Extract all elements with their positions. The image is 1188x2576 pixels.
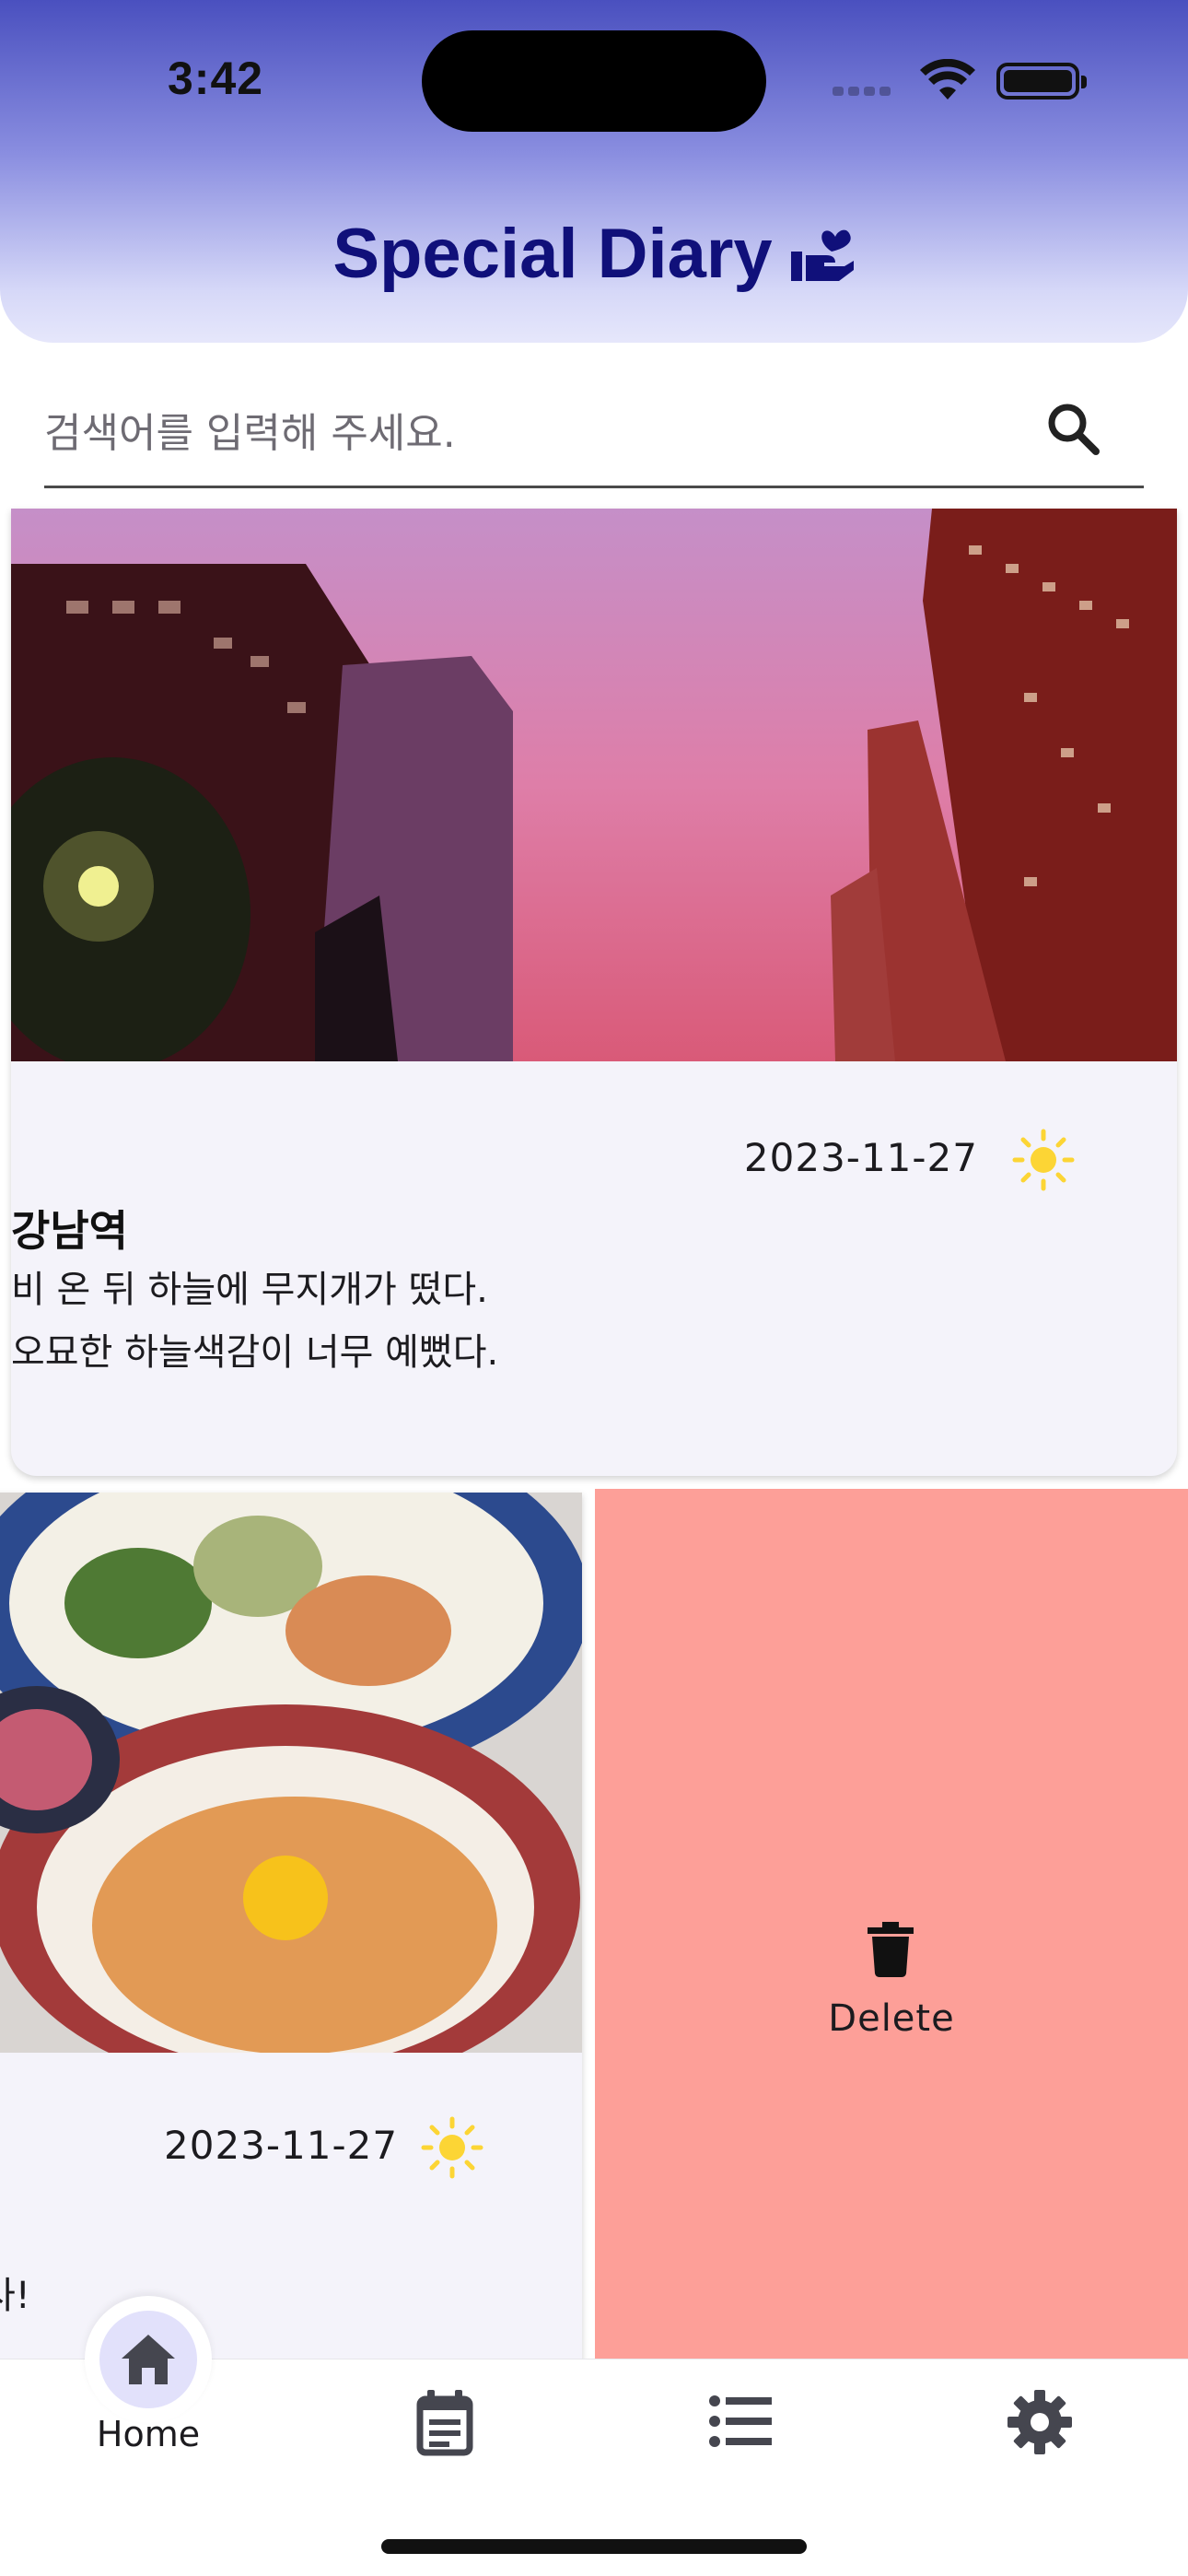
calendar-note-icon (416, 2390, 473, 2456)
app-title: Special Diary (0, 214, 1188, 294)
entry-body-fragment: 사! (0, 2275, 30, 2317)
entry-title: 강남역 (11, 1206, 128, 1256)
sun-icon (421, 2116, 483, 2179)
food-plates-photo (0, 1493, 582, 2053)
search-icon[interactable] (1042, 398, 1107, 463)
delete-label: Delete (828, 1997, 955, 2040)
battery-icon (996, 63, 1079, 100)
status-time: 3:42 (168, 53, 264, 104)
city-sunset-photo (11, 509, 1177, 1061)
entry-body-line-2: 오묘한 하늘색감이 너무 예뻤다. (11, 1331, 499, 1374)
search-input[interactable] (44, 387, 1039, 479)
home-indicator (381, 2539, 807, 2554)
app-header: 3:42 Special Diary (0, 0, 1188, 343)
nav-label-home: Home (96, 2414, 201, 2454)
diary-card[interactable]: 2023-11-27 사! (0, 1493, 582, 2423)
dynamic-island (422, 30, 766, 132)
home-icon (122, 2335, 175, 2384)
sun-icon (1012, 1129, 1075, 1191)
cellular-signal-icon (833, 85, 891, 96)
gear-icon (1007, 2390, 1072, 2454)
status-icons (827, 59, 1087, 101)
entry-date: 2023-11-27 (743, 1135, 978, 1180)
trash-icon (868, 1922, 914, 1977)
app-title-text: Special Diary (332, 215, 773, 293)
hand-heart-icon (790, 229, 854, 281)
entry-body-line-1: 비 온 뒤 하늘에 무지개가 떴다. (11, 1269, 488, 1311)
search-bar (44, 387, 1144, 488)
diary-card[interactable]: 2023-11-27 강남역 비 온 뒤 하늘에 무지개가 떴다. 오묘한 하늘… (11, 509, 1177, 1476)
delete-action[interactable]: Delete (595, 1489, 1188, 2410)
list-icon (709, 2395, 772, 2447)
entry-date: 2023-11-27 (164, 2123, 399, 2168)
wifi-icon (920, 59, 975, 100)
